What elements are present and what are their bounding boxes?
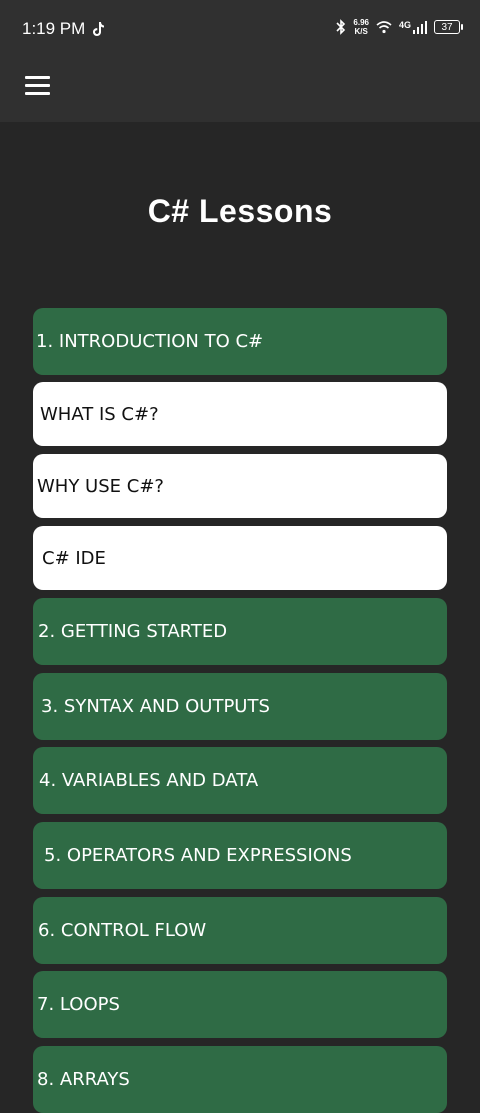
tiktok-icon [93,22,105,36]
battery-icon: 37 [434,20,463,34]
subitem-what-is-csharp[interactable]: WHAT IS C#? [33,382,447,446]
bluetooth-icon [336,19,346,35]
lesson-item-control-flow[interactable]: 6. CONTROL FLOW [33,897,447,964]
battery-level: 37 [441,21,453,33]
lesson-item-introduction[interactable]: 1. INTRODUCTION TO C# [33,308,447,375]
app-bar [0,58,480,122]
lesson-item-syntax-outputs[interactable]: 3. SYNTAX AND OUTPUTS [33,673,447,740]
menu-icon[interactable] [25,76,50,96]
lesson-label: 4. VARIABLES AND DATA [39,770,259,791]
wifi-icon [376,21,392,34]
status-time: 1:19 PM [22,19,86,38]
lesson-label: 2. GETTING STARTED [38,621,228,642]
status-icons: 6.96 K/S 4G 37 [336,18,463,36]
lesson-label: 7. LOOPS [37,994,120,1015]
network-speed-unit: K/S [354,27,368,36]
page-title: C# Lessons [147,193,333,229]
subitem-why-use-csharp[interactable]: WHY USE C#? [33,454,447,518]
network-speed: 6.96 K/S [353,18,369,36]
network-type: 4G [398,20,411,30]
lesson-item-arrays[interactable]: 8. ARRAYS [33,1046,447,1113]
lesson-label: 5. OPERATORS AND EXPRESSIONS [44,845,352,866]
network-speed-value: 6.96 [353,18,369,27]
status-time-group: 1:19 PM [22,19,105,39]
lesson-label: 3. SYNTAX AND OUTPUTS [41,696,270,717]
lesson-item-loops[interactable]: 7. LOOPS [33,971,447,1038]
cellular-signal: 4G [399,20,427,34]
lesson-item-operators-expressions[interactable]: 5. OPERATORS AND EXPRESSIONS [33,822,447,889]
lesson-item-getting-started[interactable]: 2. GETTING STARTED [33,598,447,665]
signal-bars-icon [413,21,427,34]
lesson-item-variables-data[interactable]: 4. VARIABLES AND DATA [33,747,447,814]
subitem-csharp-ide[interactable]: C# IDE [33,526,447,590]
lesson-label: 6. CONTROL FLOW [38,920,207,941]
lesson-label: 1. INTRODUCTION TO C# [36,331,264,352]
status-bar: 1:19 PM 6.96 K/S 4G 37 [0,0,480,58]
lesson-label: 8. ARRAYS [37,1069,130,1090]
lesson-label: C# IDE [42,547,106,569]
lesson-label: WHAT IS C#? [40,403,159,425]
lesson-label: WHY USE C#? [37,475,164,497]
